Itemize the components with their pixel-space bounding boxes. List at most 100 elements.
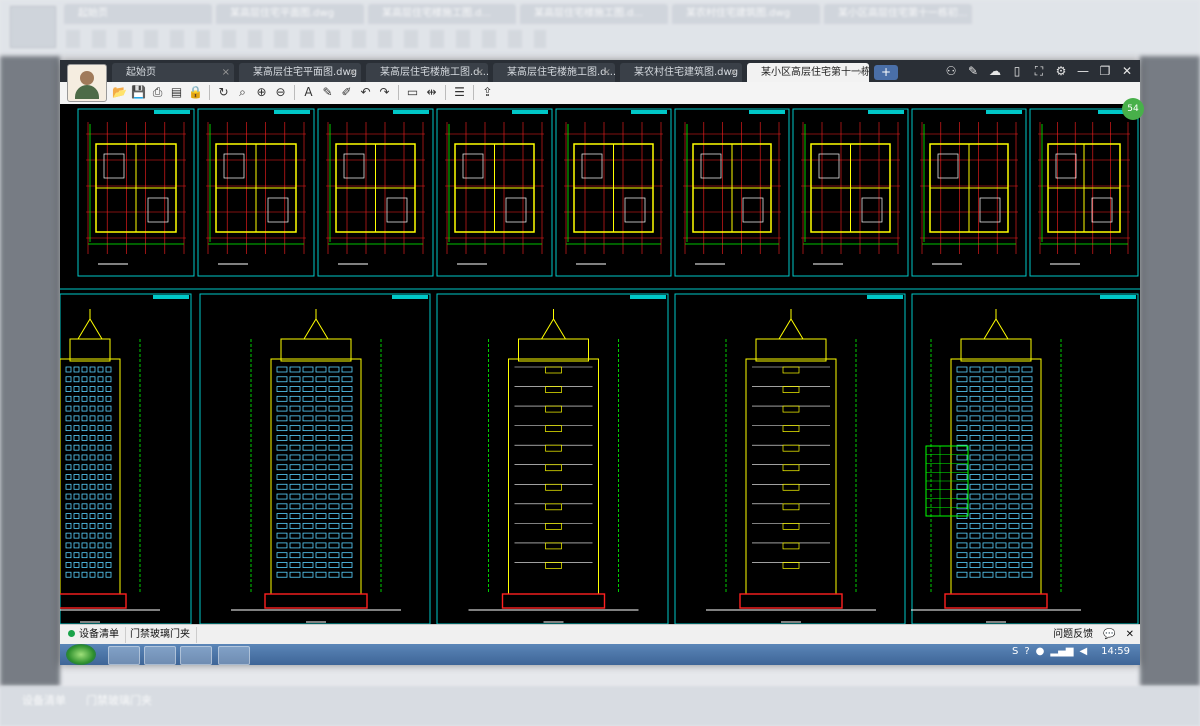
restore-button[interactable]: ❐ bbox=[1098, 62, 1112, 80]
tab-close-icon[interactable]: × bbox=[349, 63, 357, 82]
elevation-window bbox=[328, 366, 340, 373]
layers-icon[interactable]: ☰ bbox=[452, 85, 467, 100]
elevation-window bbox=[1021, 562, 1033, 568]
start-button[interactable] bbox=[66, 644, 96, 665]
tray-app-icon[interactable]: ● bbox=[1036, 646, 1045, 657]
taskbar-app-button[interactable] bbox=[180, 646, 212, 665]
measure-icon[interactable]: ▭ bbox=[405, 85, 420, 100]
taskbar-app-button[interactable] bbox=[144, 646, 176, 665]
wechat-icon[interactable]: ☁ bbox=[988, 62, 1002, 80]
elevation-window bbox=[65, 395, 72, 402]
zoom-window-icon[interactable]: ⌕ bbox=[235, 85, 250, 100]
tab-close-icon[interactable]: × bbox=[857, 63, 865, 82]
pdf-icon[interactable]: ▤ bbox=[169, 85, 184, 100]
tab-close-icon[interactable]: × bbox=[603, 63, 611, 82]
elevation-window bbox=[89, 464, 96, 471]
tab-label: 某高层住宅楼施工图.d... bbox=[380, 67, 488, 78]
volume-icon[interactable]: ◀ bbox=[1079, 646, 1087, 657]
tab-start-page[interactable]: 起始页 × bbox=[112, 63, 234, 82]
taskbar-app-button[interactable] bbox=[108, 646, 140, 665]
elevation-window bbox=[73, 366, 80, 373]
markup-icon[interactable]: ✐ bbox=[339, 85, 354, 100]
elevation-window bbox=[1008, 366, 1020, 373]
background-tabs: 起始页 某高层住宅平面图.dwg 某高层住宅楼施工图.d... 某高层住宅楼施工… bbox=[64, 4, 972, 24]
dimension-icon[interactable]: ⇹ bbox=[424, 85, 439, 100]
ime-icon[interactable]: S bbox=[1012, 646, 1018, 657]
comment-icon[interactable]: 💬 bbox=[1103, 627, 1115, 643]
tab-document[interactable]: 某农村住宅建筑图.dwg × bbox=[620, 63, 742, 82]
elevation-window bbox=[81, 571, 88, 578]
elevation-window bbox=[73, 542, 80, 549]
tab-document[interactable]: 某高层住宅楼施工图.d... × bbox=[366, 63, 488, 82]
pencil-icon[interactable]: ✎ bbox=[320, 85, 335, 100]
close-button[interactable]: ✕ bbox=[1120, 62, 1134, 80]
elevation-window bbox=[65, 542, 72, 549]
background-avatar bbox=[10, 6, 56, 48]
help-icon[interactable]: ? bbox=[1024, 646, 1029, 657]
elevation-sheet-frame bbox=[911, 293, 1139, 624]
status-close-button[interactable]: ✕ bbox=[1126, 627, 1134, 643]
taskbar-app-button[interactable] bbox=[218, 646, 250, 665]
tab-close-icon[interactable]: × bbox=[730, 63, 738, 82]
elevation-window bbox=[956, 425, 968, 432]
elevation-window bbox=[956, 483, 968, 490]
elevation-window bbox=[65, 552, 72, 559]
gear-icon[interactable]: ⚙ bbox=[1054, 62, 1068, 80]
elevation-window bbox=[328, 542, 340, 549]
text-icon[interactable]: A bbox=[301, 85, 316, 100]
background-tab: 某小区高层住宅第十一栋初... bbox=[824, 4, 972, 24]
redo-icon[interactable]: ↷ bbox=[377, 85, 392, 100]
undo-icon[interactable]: ↶ bbox=[358, 85, 373, 100]
elevation-window bbox=[97, 376, 104, 383]
open-icon[interactable]: 📂 bbox=[112, 85, 127, 100]
elevation-window bbox=[1008, 435, 1020, 441]
tab-close-icon[interactable]: × bbox=[476, 63, 484, 82]
new-tab-button[interactable]: + bbox=[874, 65, 898, 80]
minimize-button[interactable]: — bbox=[1076, 62, 1090, 80]
edit-icon[interactable]: ✎ bbox=[966, 62, 980, 80]
elevation-window bbox=[956, 415, 968, 422]
elevation-window bbox=[89, 522, 96, 529]
elevation-window bbox=[276, 405, 288, 412]
tab-document-active[interactable]: 某小区高层住宅第十一栋初...× bbox=[747, 63, 869, 82]
drawing-canvas[interactable] bbox=[60, 104, 1140, 624]
elevation-window bbox=[341, 366, 353, 373]
notification-badge[interactable]: 54 bbox=[1122, 98, 1144, 120]
elevation-window bbox=[65, 562, 72, 568]
elevation-window bbox=[328, 503, 340, 510]
tab-close-icon[interactable]: × bbox=[222, 63, 230, 82]
share-icon[interactable]: ⚇ bbox=[944, 62, 958, 80]
elevation-window bbox=[89, 415, 96, 422]
status-tab-equipment-list[interactable]: 设备清单 bbox=[62, 627, 126, 643]
redraw-icon[interactable]: ↻ bbox=[216, 85, 231, 100]
mobile-icon[interactable]: ▯ bbox=[1010, 62, 1024, 80]
elevation-window bbox=[105, 454, 112, 461]
elevation-window bbox=[315, 562, 327, 568]
elevation-window bbox=[969, 464, 981, 471]
elevation-window bbox=[1021, 542, 1033, 549]
save-icon[interactable]: 💾 bbox=[131, 85, 146, 100]
feedback-link[interactable]: 问题反馈 bbox=[1053, 627, 1093, 643]
elevation-window bbox=[81, 503, 88, 510]
zoom-in-icon[interactable]: ⊕ bbox=[254, 85, 269, 100]
lock-icon[interactable]: 🔒 bbox=[188, 85, 203, 100]
elevation-window bbox=[73, 444, 80, 451]
print-icon[interactable]: ⎙ bbox=[150, 85, 165, 100]
elevation-window bbox=[982, 483, 994, 490]
avatar[interactable] bbox=[67, 64, 107, 102]
elevation-core-window bbox=[545, 386, 562, 393]
elevation-window bbox=[65, 503, 72, 510]
tab-document[interactable]: 某高层住宅平面图.dwg × bbox=[239, 63, 361, 82]
fullscreen-icon[interactable]: ⛶ bbox=[1032, 62, 1046, 80]
zoom-out-icon[interactable]: ⊖ bbox=[273, 85, 288, 100]
elevation-window bbox=[315, 435, 327, 441]
network-icon[interactable]: ▂▄▆ bbox=[1050, 646, 1073, 657]
elevation-window bbox=[105, 415, 112, 422]
elevation-window bbox=[982, 493, 994, 500]
elevation-window bbox=[956, 522, 968, 529]
background-tab: 某高层住宅楼施工图.d... bbox=[520, 4, 668, 24]
elevation-window bbox=[89, 386, 96, 392]
export-icon[interactable]: ⇪ bbox=[480, 85, 495, 100]
status-tab-door-clip[interactable]: 门禁玻璃门夹 bbox=[124, 627, 197, 643]
tab-document[interactable]: 某高层住宅楼施工图.d... × bbox=[493, 63, 615, 82]
